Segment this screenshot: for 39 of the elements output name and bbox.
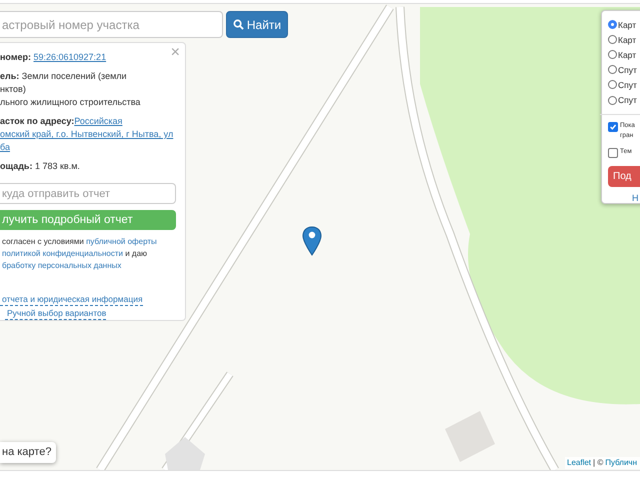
consent-text: согласен с условиями публичной оферты политикой конфиденциальности и даю бработку персональных данных — [1, 236, 158, 272]
source-link[interactable]: Публичн — [605, 457, 638, 469]
search-button[interactable]: Найти — [226, 11, 288, 38]
cadastral-link[interactable]: 59:26:0610927:21 — [34, 52, 106, 62]
layer-option[interactable]: Карт — [618, 34, 636, 45]
dotted-link[interactable]: Ручной выбор вариантов — [5, 308, 106, 320]
consent-link[interactable]: политикой конфиденциальности — [2, 249, 123, 258]
layer-option[interactable]: Карт — [618, 20, 636, 30]
radio-button[interactable] — [608, 65, 617, 74]
radio-button[interactable] — [608, 50, 617, 60]
layer-option[interactable]: Карт — [618, 50, 636, 60]
checkbox[interactable] — [608, 148, 618, 158]
email-field[interactable]: куда отправить отчет — [0, 183, 176, 204]
leaflet-link[interactable]: Leaflet — [567, 457, 592, 469]
layer-option[interactable]: Спут — [618, 64, 637, 75]
consent-link[interactable]: публичной оферты — [86, 237, 157, 246]
consent-link[interactable]: бработку персональных данных — [2, 261, 122, 270]
address-link[interactable]: ба — [0, 142, 10, 152]
checkbox[interactable] — [608, 122, 618, 132]
radio-button[interactable] — [608, 20, 617, 30]
radio-button[interactable] — [608, 96, 617, 105]
separator-text: | © — [593, 457, 604, 469]
search-icon — [232, 19, 244, 30]
land-purpose: ель: Земли поселений (земли нктов) льного жилищного строительства — [0, 70, 142, 109]
area-text: ощадь: 1 783 кв.м. — [0, 160, 81, 173]
radio-button[interactable] — [608, 80, 617, 90]
marker-icon[interactable] — [302, 226, 322, 256]
dotted-link[interactable]: отчета и юридическая информация — [0, 294, 143, 306]
hint-button[interactable]: на карте? — [0, 442, 56, 463]
panel-link[interactable]: Н — [632, 192, 640, 203]
address-link[interactable]: омский край, г.о. Нытвенский, г Нытва, ул — [0, 129, 174, 139]
search-field[interactable]: астровый номер участка — [0, 11, 223, 38]
submit-button[interactable]: Под — [608, 166, 640, 187]
address-text: асток по адресу:Российская омский край, г.о. Нытвенский, г Нытва, ул ба — [0, 115, 174, 154]
report-button[interactable]: лучить подробный отчет — [0, 210, 176, 230]
layer-option[interactable]: Спут — [618, 80, 637, 90]
address-link[interactable]: Российская — [74, 116, 122, 126]
radio-button[interactable] — [608, 35, 617, 44]
layer-option[interactable]: Спут — [618, 95, 637, 106]
